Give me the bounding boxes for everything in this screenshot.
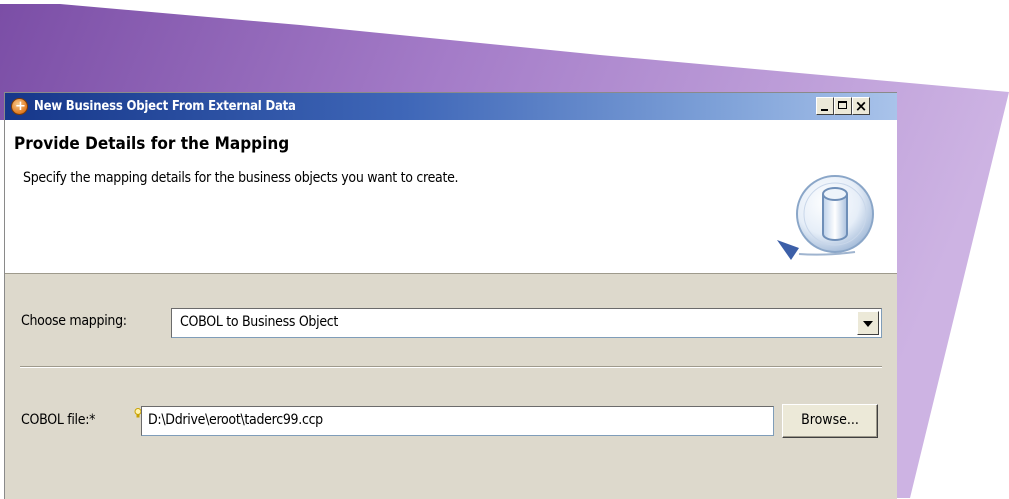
- page-title: Provide Details for the Mapping: [14, 134, 290, 154]
- maximize-button[interactable]: [834, 97, 852, 115]
- close-icon: ×: [854, 97, 868, 115]
- minimize-button[interactable]: [816, 97, 834, 115]
- new-business-object-dialog: + New Business Object From External Data…: [4, 92, 897, 499]
- cobol-file-input[interactable]: D:\Ddrive\eroot\taderc99.ccp: [141, 406, 774, 436]
- cobol-file-value: D:\Ddrive\eroot\taderc99.ccp: [148, 412, 323, 428]
- mapping-select-value: COBOL to Business Object: [180, 314, 339, 330]
- page-description: Specify the mapping details for the busi…: [23, 170, 459, 186]
- database-cylinder-icon: [777, 175, 874, 260]
- app-icon: +: [11, 98, 28, 115]
- separator: [20, 366, 882, 368]
- maximize-icon: [838, 101, 847, 109]
- chevron-down-icon: [863, 321, 873, 327]
- choose-mapping-label: Choose mapping:: [21, 313, 127, 329]
- close-button[interactable]: ×: [852, 97, 870, 115]
- mapping-select[interactable]: COBOL to Business Object: [171, 308, 882, 338]
- cobol-file-label: COBOL file:*: [21, 412, 96, 428]
- title-bar[interactable]: + New Business Object From External Data…: [5, 93, 897, 120]
- minimize-icon: [821, 109, 828, 111]
- mapping-dropdown-button[interactable]: [857, 311, 879, 335]
- browse-button[interactable]: Browse...: [782, 404, 878, 438]
- window-title: New Business Object From External Data: [34, 99, 296, 114]
